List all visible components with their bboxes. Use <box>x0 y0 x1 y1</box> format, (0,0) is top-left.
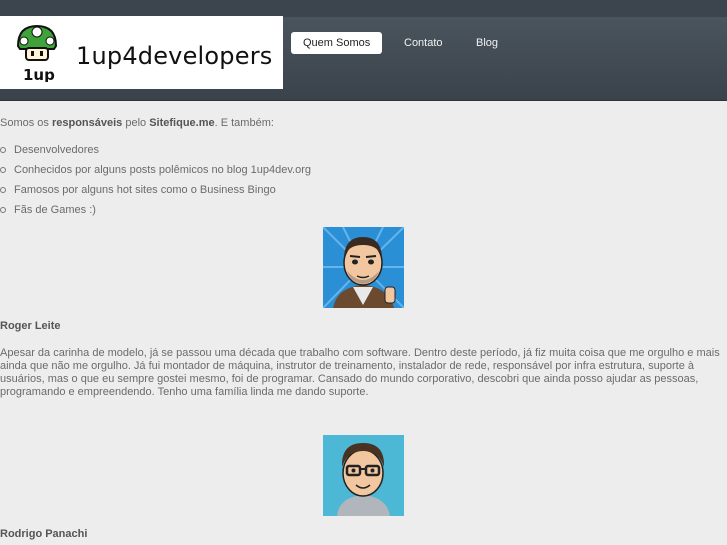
intro-prefix: Somos os <box>0 117 52 129</box>
intro-bold-responsaveis: responsáveis <box>51 117 123 129</box>
bullet-icon <box>0 207 6 213</box>
site-title: 1up4developers <box>76 42 273 70</box>
1up-mushroom-logo-icon: 1up <box>16 24 58 82</box>
nav-contato[interactable]: Contato <box>392 32 455 54</box>
list-item: Famosos por alguns hot sites como o Busi… <box>0 183 311 203</box>
intro-text: Somos os responsáveis pelo Sitefique.me.… <box>0 117 274 129</box>
list-item-text: Fãs de Games :) <box>14 204 96 216</box>
nav-blog[interactable]: Blog <box>464 32 510 54</box>
person-name-rodrigo: Rodrigo Panachi <box>0 528 88 540</box>
list-item: Fãs de Games :) <box>0 203 311 223</box>
bullet-icon <box>0 187 6 193</box>
nav-quem-somos[interactable]: Quem Somos <box>291 32 383 54</box>
list-item: Conhecidos por alguns posts polêmicos no… <box>0 163 311 183</box>
header-top-strip <box>0 0 727 17</box>
person-bio-roger: Apesar da carinha de modelo, já se passo… <box>0 347 720 398</box>
person-name-roger: Roger Leite <box>0 320 61 332</box>
intro-middle: pelo <box>122 117 150 129</box>
logo-caption: 1up <box>23 66 55 82</box>
list-item-text: Famosos por alguns hot sites como o Busi… <box>14 184 276 196</box>
rodrigo-avatar-icon <box>323 435 404 516</box>
intro-link-sitefique[interactable]: Sitefique.me <box>149 117 214 129</box>
site-header: 1up 1up4developers Quem Somos Contato Bl… <box>0 0 727 101</box>
intro-suffix: . E também: <box>214 117 274 129</box>
list-item-text: Conhecidos por alguns posts polêmicos no… <box>14 164 311 176</box>
bullet-icon <box>0 167 6 173</box>
bullet-icon <box>0 147 6 153</box>
site-logo-link[interactable]: 1up 1up4developers <box>0 16 283 89</box>
feature-list: Desenvolvedores Conhecidos por alguns po… <box>0 143 311 223</box>
list-item-text: Desenvolvedores <box>14 144 99 156</box>
roger-avatar-icon <box>323 227 404 308</box>
list-item: Desenvolvedores <box>0 143 311 163</box>
